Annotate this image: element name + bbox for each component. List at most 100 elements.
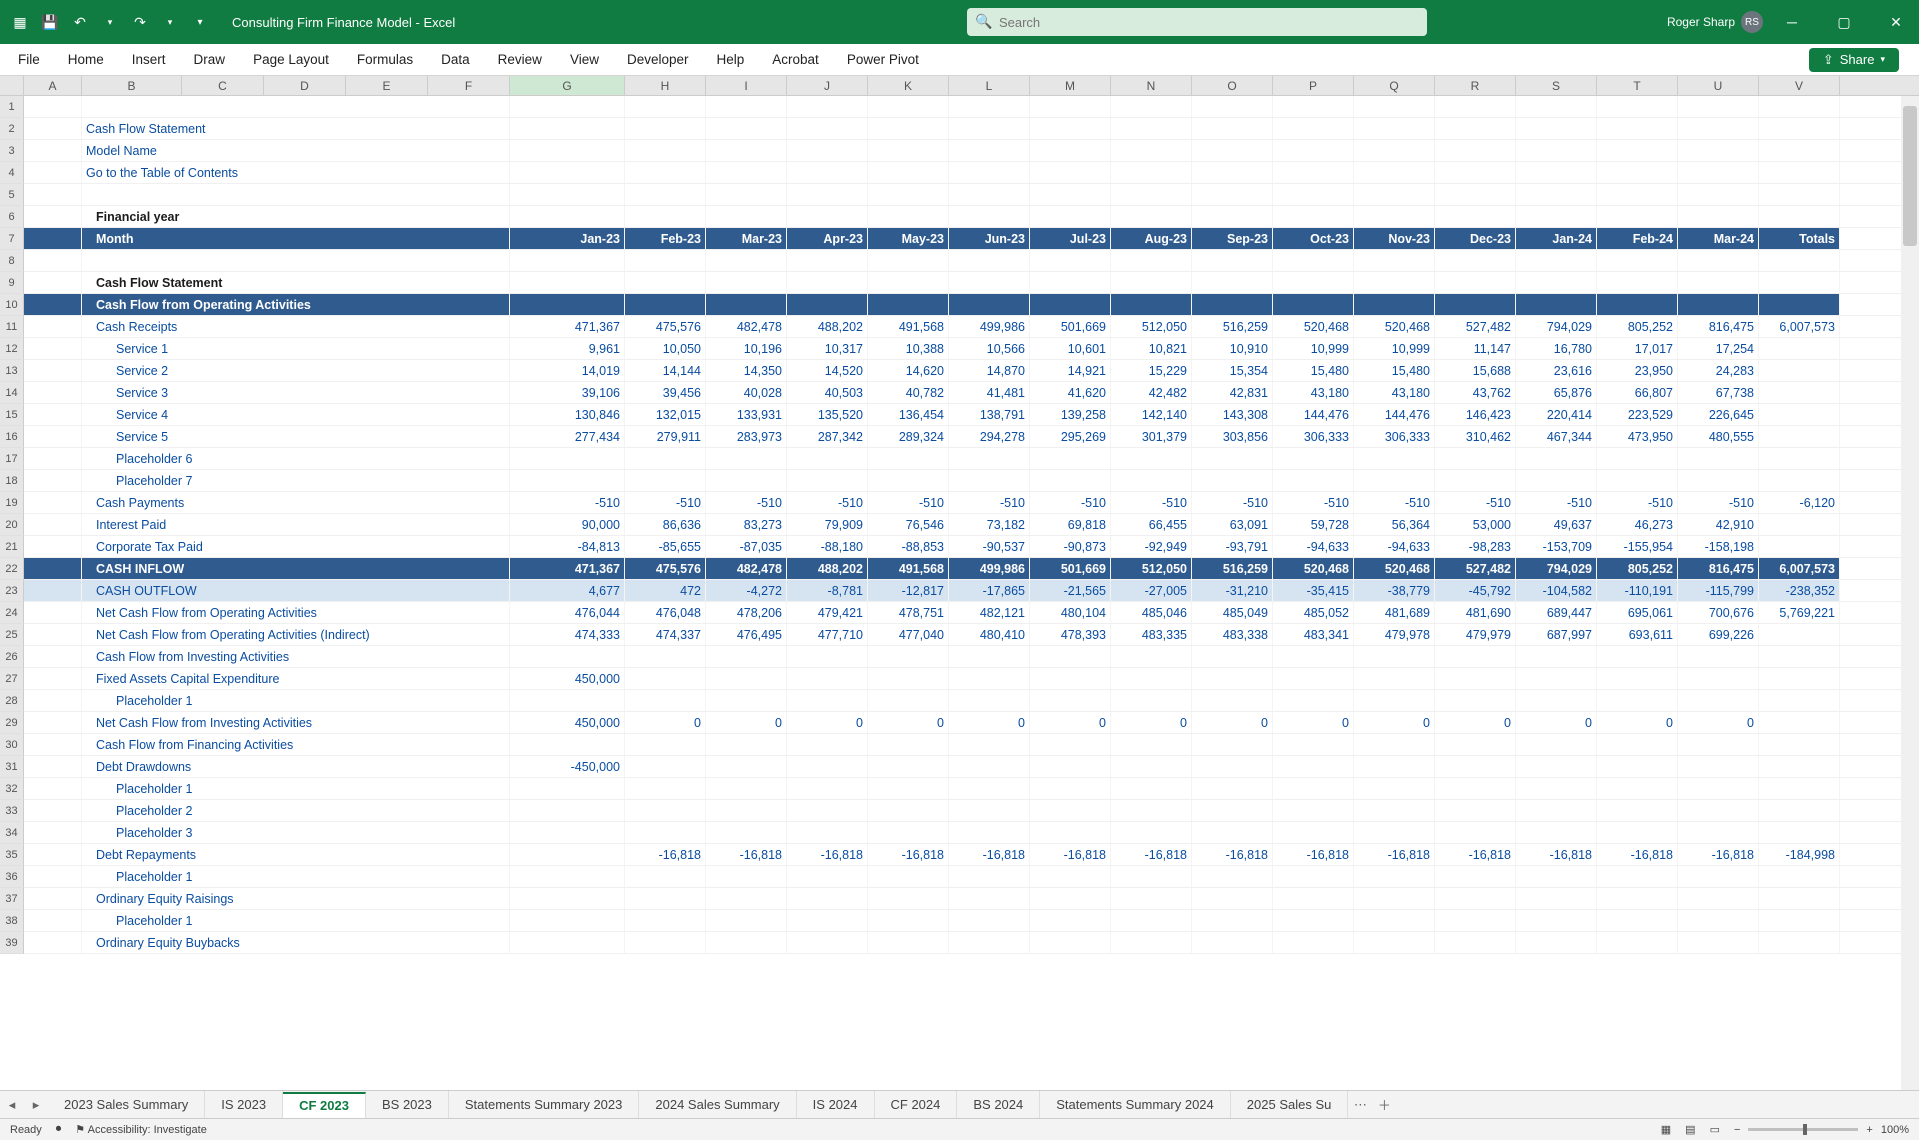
cell[interactable]	[1597, 118, 1678, 139]
cell[interactable]	[1678, 822, 1759, 843]
row-label[interactable]: Net Cash Flow from Operating Activities …	[82, 624, 510, 645]
cell[interactable]	[625, 756, 706, 777]
cell[interactable]	[1759, 690, 1840, 711]
row-header[interactable]: 12	[0, 338, 24, 360]
cell[interactable]	[706, 822, 787, 843]
cell[interactable]	[787, 690, 868, 711]
cell[interactable]: 277,434	[510, 426, 625, 447]
row-label[interactable]	[82, 96, 510, 117]
zoom-slider[interactable]	[1748, 1128, 1858, 1131]
cell[interactable]: Apr-23	[787, 228, 868, 249]
row-header[interactable]: 23	[0, 580, 24, 602]
cell[interactable]	[868, 690, 949, 711]
cell[interactable]	[24, 162, 82, 183]
cell[interactable]: 41,620	[1030, 382, 1111, 403]
cell[interactable]	[706, 96, 787, 117]
cell[interactable]	[24, 756, 82, 777]
row-header[interactable]: 18	[0, 470, 24, 492]
row-header[interactable]: 31	[0, 756, 24, 778]
cell[interactable]: 14,620	[868, 360, 949, 381]
add-sheet-button[interactable]: ＋	[1372, 1095, 1396, 1114]
cell[interactable]	[1192, 646, 1273, 667]
cell[interactable]	[868, 646, 949, 667]
cell[interactable]: 39,106	[510, 382, 625, 403]
cell[interactable]: 0	[706, 712, 787, 733]
cell[interactable]	[949, 888, 1030, 909]
cell[interactable]	[1435, 668, 1516, 689]
cell[interactable]: -16,818	[625, 844, 706, 865]
cell[interactable]	[1273, 910, 1354, 931]
cell[interactable]: 15,480	[1354, 360, 1435, 381]
cell[interactable]: 6,007,573	[1759, 316, 1840, 337]
cell[interactable]: Feb-23	[625, 228, 706, 249]
cell[interactable]	[1354, 690, 1435, 711]
row-label[interactable]: Service 5	[82, 426, 510, 447]
cell[interactable]	[787, 932, 868, 953]
cell[interactable]: -510	[1354, 492, 1435, 513]
cell[interactable]	[1759, 800, 1840, 821]
cell[interactable]: -16,818	[1678, 844, 1759, 865]
cell[interactable]	[625, 778, 706, 799]
cell[interactable]	[1759, 250, 1840, 271]
cell[interactable]	[625, 866, 706, 887]
cell[interactable]	[787, 822, 868, 843]
cell[interactable]: -38,779	[1354, 580, 1435, 601]
maximize-button[interactable]: ▢	[1821, 0, 1867, 44]
cell[interactable]	[24, 140, 82, 161]
cell[interactable]	[625, 96, 706, 117]
cell[interactable]: 0	[1354, 712, 1435, 733]
row-label[interactable]: Cash Flow from Financing Activities	[82, 734, 510, 755]
cell[interactable]: -510	[868, 492, 949, 513]
cell[interactable]	[787, 184, 868, 205]
cell[interactable]	[510, 822, 625, 843]
cell[interactable]: 144,476	[1354, 404, 1435, 425]
cell[interactable]	[1030, 294, 1111, 315]
zoom-level[interactable]: 100%	[1881, 1124, 1909, 1136]
cell[interactable]: 17,017	[1597, 338, 1678, 359]
cell[interactable]: 15,480	[1273, 360, 1354, 381]
cell[interactable]	[1597, 294, 1678, 315]
cell[interactable]: 294,278	[949, 426, 1030, 447]
cell[interactable]: 478,751	[868, 602, 949, 623]
cell[interactable]	[24, 228, 82, 249]
cell[interactable]	[787, 756, 868, 777]
cell[interactable]	[787, 866, 868, 887]
cell[interactable]	[868, 140, 949, 161]
row-header[interactable]: 5	[0, 184, 24, 206]
cell[interactable]	[868, 470, 949, 491]
cell[interactable]: 480,104	[1030, 602, 1111, 623]
row-header[interactable]: 14	[0, 382, 24, 404]
cell[interactable]: 143,308	[1192, 404, 1273, 425]
cell[interactable]	[24, 602, 82, 623]
cell[interactable]	[625, 184, 706, 205]
cell[interactable]: 135,520	[787, 404, 868, 425]
cell[interactable]	[706, 778, 787, 799]
cell[interactable]: -94,633	[1354, 536, 1435, 557]
cell[interactable]	[24, 734, 82, 755]
cell[interactable]	[1516, 822, 1597, 843]
cell[interactable]: 0	[625, 712, 706, 733]
cell[interactable]: -16,818	[1435, 844, 1516, 865]
cell[interactable]	[625, 690, 706, 711]
row-label[interactable]: Cash Flow Statement	[82, 118, 510, 139]
cell[interactable]	[625, 470, 706, 491]
cell[interactable]	[1192, 140, 1273, 161]
cell[interactable]: 474,337	[625, 624, 706, 645]
cell[interactable]: Jun-23	[949, 228, 1030, 249]
cell[interactable]	[1111, 272, 1192, 293]
cell[interactable]	[24, 910, 82, 931]
cell[interactable]	[1192, 96, 1273, 117]
cell[interactable]: -92,949	[1111, 536, 1192, 557]
sheet-tab-cf-2023[interactable]: CF 2023	[283, 1092, 366, 1119]
ribbon-tab-draw[interactable]: Draw	[192, 46, 228, 73]
ribbon-tab-data[interactable]: Data	[439, 46, 472, 73]
cell[interactable]	[510, 470, 625, 491]
cell[interactable]	[1030, 184, 1111, 205]
cell[interactable]	[510, 800, 625, 821]
cell[interactable]	[1597, 910, 1678, 931]
cell[interactable]	[1354, 932, 1435, 953]
cell[interactable]	[1435, 294, 1516, 315]
cell[interactable]	[510, 448, 625, 469]
cell[interactable]: 14,921	[1030, 360, 1111, 381]
cell[interactable]	[1516, 470, 1597, 491]
